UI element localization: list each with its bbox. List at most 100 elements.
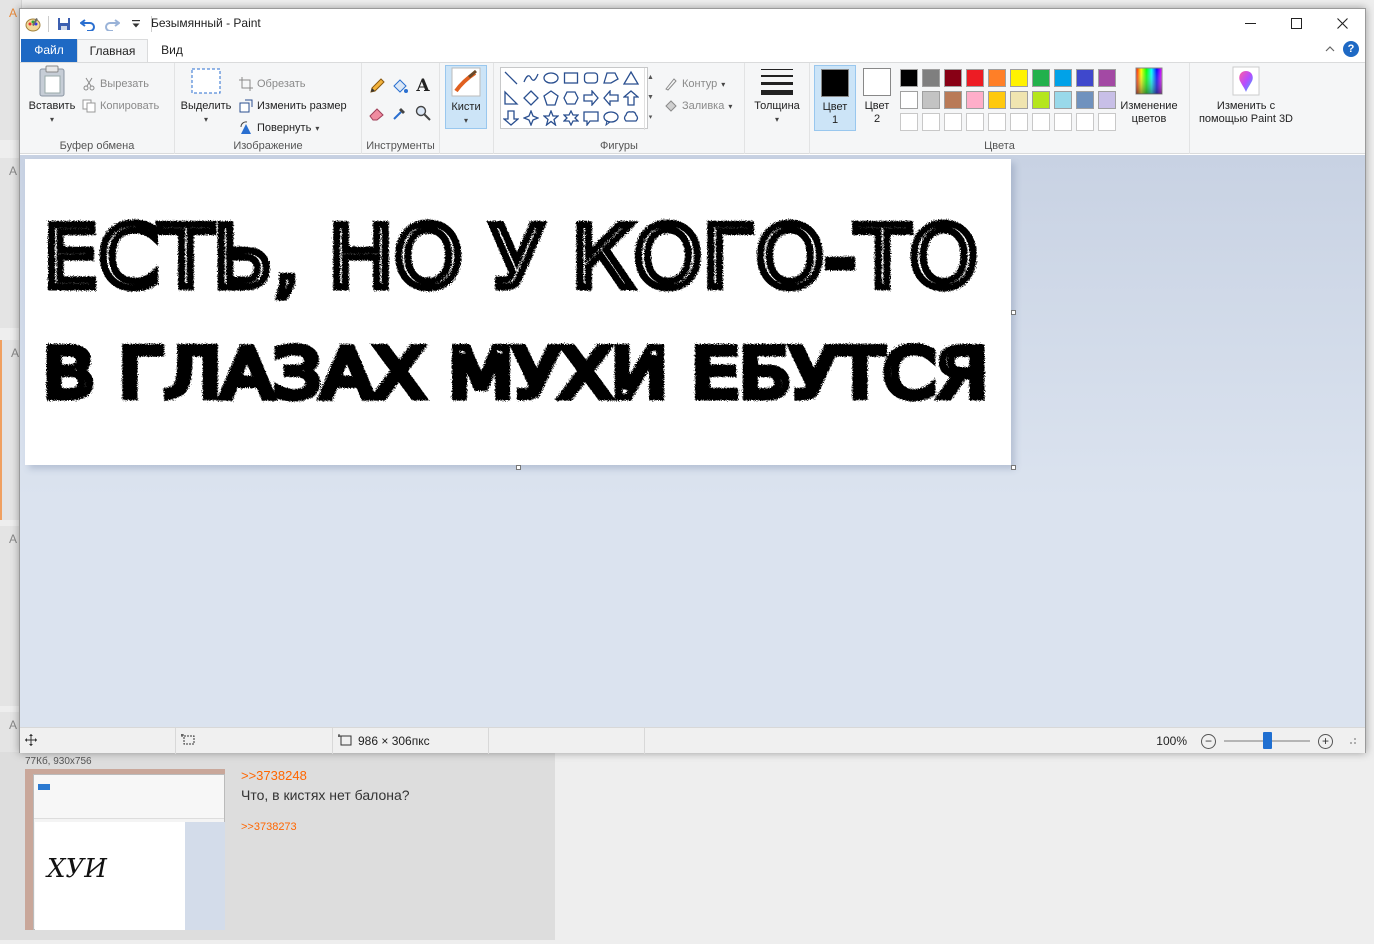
customize-qat-icon[interactable] (127, 15, 145, 33)
palette-color-swatch[interactable] (966, 91, 984, 109)
custom-color-slot[interactable] (966, 113, 984, 131)
zoom-slider[interactable] (1224, 732, 1310, 749)
custom-color-slot[interactable] (1098, 113, 1116, 131)
palette-color-swatch[interactable] (922, 69, 940, 87)
shapes-scrollbar[interactable]: ▲ ▼ ▾ (644, 68, 656, 130)
cut-button[interactable]: Вырезать (82, 77, 149, 91)
left-arrow-shape-icon[interactable] (601, 88, 621, 108)
tab-file[interactable]: Файл (21, 39, 77, 62)
custom-color-slot[interactable] (900, 113, 918, 131)
pencil-icon[interactable] (367, 76, 387, 96)
rectangle-shape-icon[interactable] (561, 68, 581, 88)
edit-colors-button[interactable]: Изменение цветов (1116, 65, 1182, 126)
help-icon[interactable]: ? (1343, 41, 1359, 57)
palette-color-swatch[interactable] (900, 69, 918, 87)
line-shape-icon[interactable] (501, 68, 521, 88)
palette-color-swatch[interactable] (966, 69, 984, 87)
custom-color-slot[interactable] (988, 113, 1006, 131)
palette-color-swatch[interactable] (1054, 91, 1072, 109)
scroll-up-icon[interactable]: ▲ (645, 68, 656, 88)
size-button[interactable]: Толщина ▾ (750, 65, 804, 126)
color-picker-icon[interactable] (390, 103, 410, 123)
color1-button[interactable]: Цвет 1 (814, 65, 856, 131)
six-point-star-shape-icon[interactable] (561, 108, 581, 128)
diamond-shape-icon[interactable] (521, 88, 541, 108)
eraser-icon[interactable] (367, 103, 387, 123)
down-arrow-shape-icon[interactable] (501, 108, 521, 128)
palette-color-swatch[interactable] (1032, 91, 1050, 109)
paste-button[interactable]: Вставить ▾ (26, 65, 78, 126)
minimize-button[interactable] (1227, 9, 1273, 37)
custom-color-slot[interactable] (1032, 113, 1050, 131)
palette-color-swatch[interactable] (1098, 69, 1116, 87)
crop-button[interactable]: Обрезать (239, 77, 306, 91)
select-button[interactable]: Выделить ▾ (179, 65, 233, 126)
right-arrow-shape-icon[interactable] (581, 88, 601, 108)
fill-bucket-icon[interactable] (390, 76, 410, 96)
maximize-button[interactable] (1273, 9, 1319, 37)
resize-handle-right[interactable] (1011, 310, 1016, 315)
custom-color-slot[interactable] (1010, 113, 1028, 131)
expand-gallery-icon[interactable]: ▾ (645, 108, 656, 128)
right-triangle-shape-icon[interactable] (501, 88, 521, 108)
text-tool-icon[interactable]: A (413, 76, 433, 96)
five-point-star-shape-icon[interactable] (541, 108, 561, 128)
palette-color-swatch[interactable] (1076, 69, 1094, 87)
curve-shape-icon[interactable] (521, 68, 541, 88)
resize-grip-icon[interactable] (1347, 734, 1357, 748)
custom-color-slot[interactable] (922, 113, 940, 131)
color2-button[interactable]: Цвет 2 (856, 65, 898, 131)
palette-color-swatch[interactable] (900, 91, 918, 109)
magnifier-icon[interactable] (413, 103, 433, 123)
palette-color-swatch[interactable] (1032, 69, 1050, 87)
palette-color-swatch[interactable] (922, 91, 940, 109)
custom-color-slot[interactable] (944, 113, 962, 131)
palette-color-swatch[interactable] (1076, 91, 1094, 109)
redo-icon[interactable] (103, 15, 121, 33)
up-arrow-shape-icon[interactable] (621, 88, 641, 108)
tab-view[interactable]: Вид (148, 39, 196, 62)
scroll-down-icon[interactable]: ▼ (645, 88, 656, 108)
rect-callout-shape-icon[interactable] (581, 108, 601, 128)
hexagon-shape-icon[interactable] (561, 88, 581, 108)
palette-color-swatch[interactable] (944, 69, 962, 87)
palette-color-swatch[interactable] (988, 91, 1006, 109)
outline-button[interactable]: Контур ▾ (664, 77, 725, 91)
palette-color-swatch[interactable] (944, 91, 962, 109)
triangle-shape-icon[interactable] (621, 68, 641, 88)
zoom-in-button[interactable]: + (1318, 733, 1333, 749)
bg-post-thumbnail[interactable]: ХУИ (25, 769, 225, 930)
resize-handle-corner[interactable] (1011, 465, 1016, 470)
oval-shape-icon[interactable] (541, 68, 561, 88)
custom-color-slot[interactable] (1054, 113, 1072, 131)
polygon-shape-icon[interactable] (601, 68, 621, 88)
brushes-button[interactable]: Кисти ▾ (445, 65, 487, 129)
palette-color-swatch[interactable] (1054, 69, 1072, 87)
bg-reply-link[interactable]: >>3738248 (241, 768, 307, 783)
rotate-button[interactable]: Повернуть ▾ (239, 121, 319, 135)
undo-icon[interactable] (79, 15, 97, 33)
edit-with-paint3d-button[interactable]: Изменить с помощью Paint 3D (1194, 65, 1298, 126)
collapse-ribbon-icon[interactable] (1325, 43, 1335, 55)
tab-home[interactable]: Главная (77, 39, 148, 62)
fill-button[interactable]: Заливка ▾ (664, 99, 732, 113)
resize-button[interactable]: Изменить размер (239, 99, 347, 113)
custom-color-slot[interactable] (1076, 113, 1094, 131)
close-button[interactable] (1319, 9, 1365, 37)
zoom-out-button[interactable]: − (1201, 733, 1216, 749)
resize-handle-bottom[interactable] (516, 465, 521, 470)
palette-color-swatch[interactable] (1098, 91, 1116, 109)
zoom-slider-thumb[interactable] (1262, 732, 1272, 749)
save-icon[interactable] (55, 15, 73, 33)
drawing-canvas[interactable]: ЕСТЬ, НО У КОГО-ТО В ГЛАЗАХ МУХИ ЕБУТСЯ (25, 159, 1011, 465)
cloud-callout-shape-icon[interactable] (621, 108, 641, 128)
oval-callout-shape-icon[interactable] (601, 108, 621, 128)
copy-button[interactable]: Копировать (82, 99, 159, 113)
palette-color-swatch[interactable] (988, 69, 1006, 87)
four-point-star-shape-icon[interactable] (521, 108, 541, 128)
palette-color-swatch[interactable] (1010, 91, 1028, 109)
palette-color-swatch[interactable] (1010, 69, 1028, 87)
pentagon-shape-icon[interactable] (541, 88, 561, 108)
rounded-rectangle-shape-icon[interactable] (581, 68, 601, 88)
paint-app-icon[interactable] (24, 15, 42, 33)
